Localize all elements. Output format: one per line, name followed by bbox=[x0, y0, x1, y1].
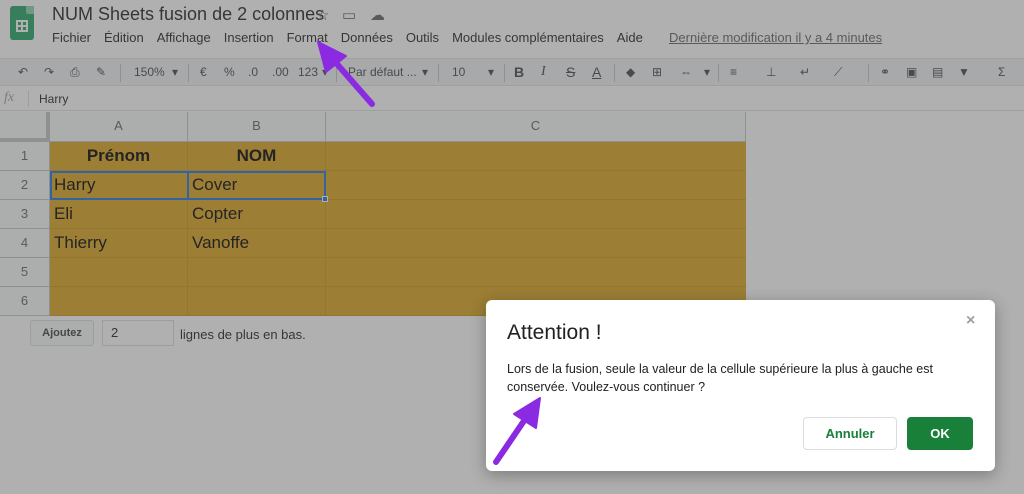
cancel-button[interactable]: Annuler bbox=[803, 417, 897, 450]
dialog-message: Lors de la fusion, seule la valeur de la… bbox=[507, 362, 933, 394]
ok-button[interactable]: OK bbox=[907, 417, 973, 450]
close-icon[interactable]: × bbox=[966, 312, 975, 330]
dialog-title: Attention ! bbox=[507, 321, 602, 344]
merge-warning-dialog: Attention ! × Lors de la fusion, seule l… bbox=[486, 300, 995, 471]
